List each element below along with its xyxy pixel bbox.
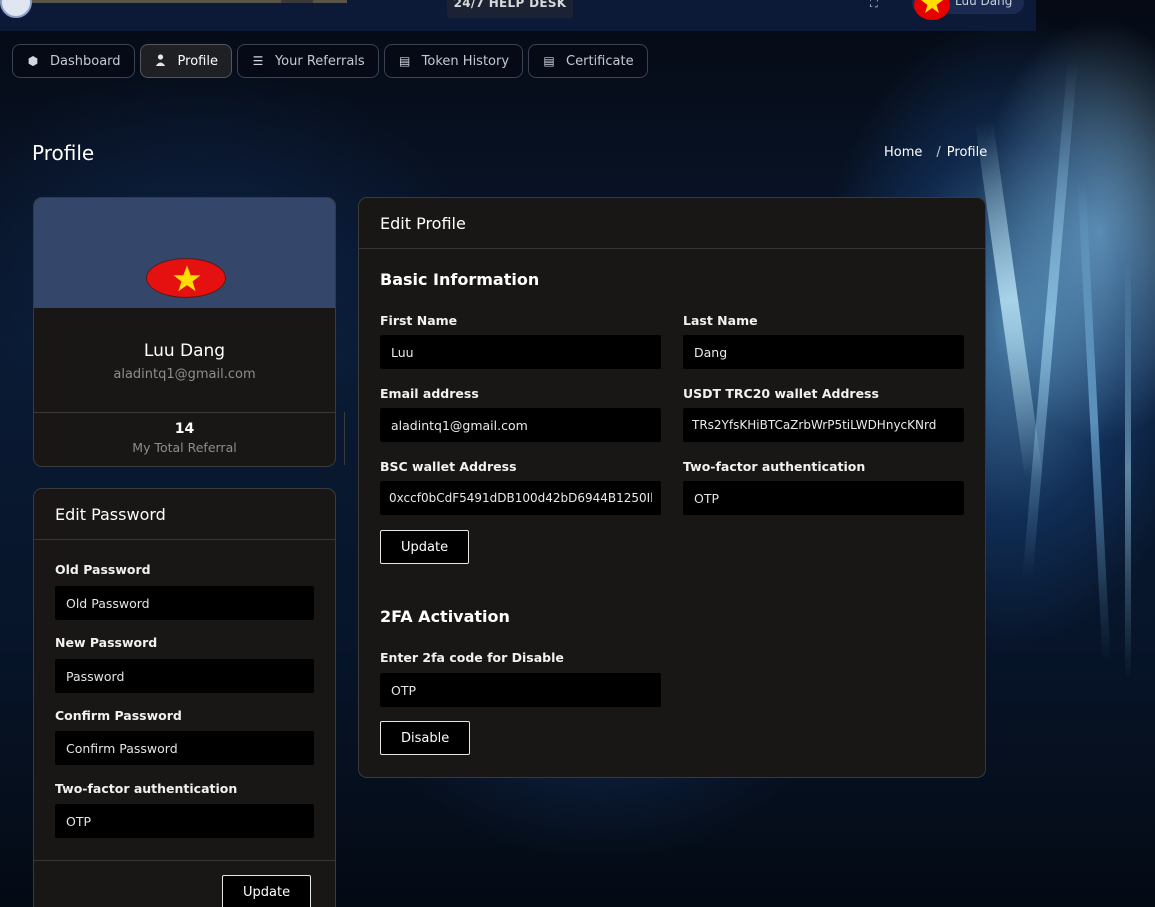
light-streak (1022, 60, 1078, 580)
referral-count: 14 (174, 421, 195, 437)
star-icon (173, 265, 201, 292)
nav-label: Certificate (566, 53, 634, 69)
confirm-password-label: Confirm Password (55, 708, 182, 723)
update-profile-button[interactable]: Update (380, 530, 470, 564)
profile-banner (34, 198, 335, 308)
divider (34, 412, 335, 413)
edit-profile-card: Edit Profile Basic Information First Nam… (358, 197, 986, 778)
divider (34, 860, 335, 861)
bsc-wallet-input[interactable] (380, 481, 661, 515)
card-title: Edit Password (34, 489, 335, 540)
old-password-label: Old Password (55, 562, 151, 577)
profile-card: Luu Dang aladintq1@gmail.com 14 My Total… (33, 197, 336, 467)
breadcrumb: Home / Profile (884, 145, 987, 160)
user-icon (154, 53, 168, 69)
email-label: Email address (380, 386, 479, 401)
first-name-label: First Name (380, 313, 458, 328)
old-password-input[interactable] (55, 586, 314, 620)
disable-code-label: Enter 2fa code for Disable (380, 650, 564, 665)
twofa-input[interactable] (683, 481, 964, 515)
bsc-wallet-label: BSC wallet Address (380, 459, 517, 474)
nav-label: Your Referrals (274, 53, 365, 69)
nav-your-referrals[interactable]: ☰ Your Referrals (236, 44, 379, 78)
profile-avatar (146, 258, 226, 298)
basic-information-title: Basic Information (380, 270, 540, 289)
fullscreen-icon[interactable]: ⛶ (870, 0, 886, 9)
list-icon: ☰ (252, 54, 264, 68)
breadcrumb-separator: / (936, 145, 941, 160)
first-name-input[interactable] (380, 335, 661, 369)
page-title: Profile (32, 141, 95, 165)
nav-dashboard[interactable]: ⬢ Dashboard (12, 44, 135, 78)
twofa-activation-title: 2FA Activation (380, 607, 510, 626)
usdt-wallet-input[interactable] (683, 408, 964, 442)
table-icon: ▤ (543, 54, 555, 68)
nav-certificate[interactable]: ▤ Certificate (528, 44, 648, 78)
new-password-label: New Password (55, 635, 158, 650)
nav-token-history[interactable]: ▤ Token History (383, 44, 524, 78)
main-nav: ⬢ Dashboard Profile ☰ Your Referrals ▤ T… (12, 44, 648, 78)
table-icon: ▤ (399, 54, 411, 68)
disable-twofa-button[interactable]: Disable (380, 721, 471, 755)
nav-label: Token History (421, 53, 510, 69)
search-button[interactable] (281, 0, 313, 3)
last-name-label: Last Name (683, 313, 758, 328)
new-password-input[interactable] (55, 659, 314, 693)
profile-email: aladintq1@gmail.com (113, 367, 256, 382)
divider (344, 412, 345, 465)
star-icon (921, 0, 943, 13)
user-name[interactable]: Luu Dang (955, 0, 1012, 8)
twofa-input[interactable] (55, 804, 314, 838)
confirm-password-input[interactable] (55, 731, 314, 765)
email-input[interactable] (380, 408, 661, 442)
twofa-label: Two-factor authentication (55, 781, 238, 796)
nav-label: Profile (177, 53, 218, 69)
edit-password-card: Edit Password Old Password New Password … (33, 488, 336, 907)
nav-profile[interactable]: Profile (139, 44, 232, 78)
nav-label: Dashboard (50, 53, 121, 69)
cube-icon: ⬢ (27, 54, 39, 68)
light-streak (1077, 180, 1111, 660)
breadcrumb-home[interactable]: Home (884, 145, 922, 160)
referral-label: My Total Referral (132, 440, 237, 455)
light-streak (1125, 260, 1131, 680)
breadcrumb-current: Profile (946, 145, 988, 160)
help-desk-button[interactable]: 24/7 HELP DESK (447, 0, 573, 18)
card-title: Edit Profile (359, 198, 985, 249)
usdt-wallet-label: USDT TRC20 wallet Address (683, 386, 879, 401)
profile-name: Luu Dang (143, 341, 226, 361)
update-password-button[interactable]: Update (222, 875, 312, 907)
twofa-label: Two-factor authentication (683, 459, 866, 474)
last-name-input[interactable] (683, 335, 964, 369)
disable-code-input[interactable] (380, 673, 661, 707)
